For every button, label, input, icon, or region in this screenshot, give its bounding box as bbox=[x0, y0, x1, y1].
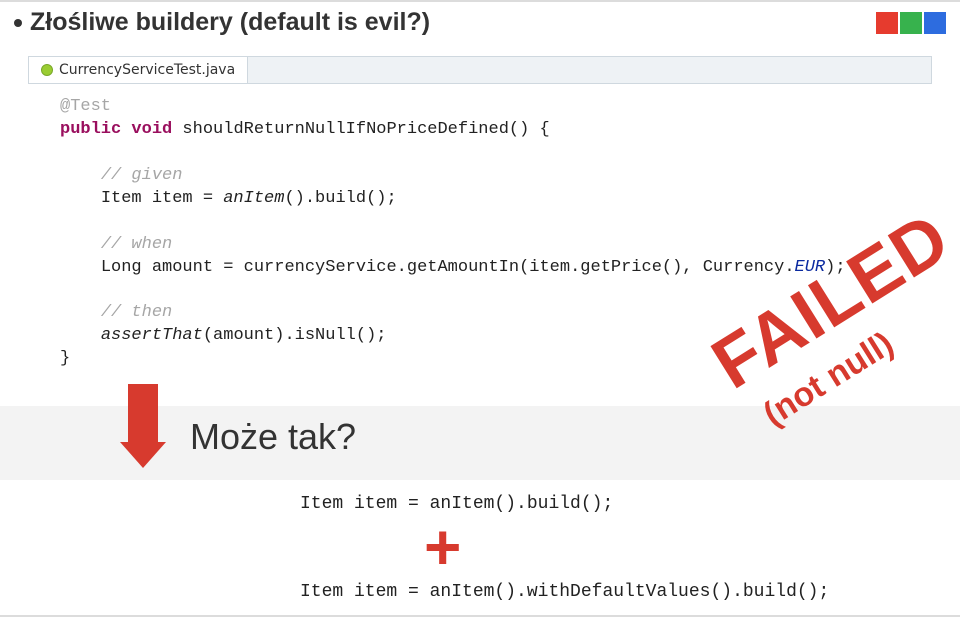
square-green-icon bbox=[900, 12, 922, 34]
java-file-icon bbox=[41, 64, 53, 76]
given-call: anItem bbox=[223, 189, 284, 208]
down-arrow-icon bbox=[128, 384, 166, 468]
alt-code-2: Item item = anItem().withDefaultValues()… bbox=[300, 582, 829, 602]
editor-tab[interactable]: CurrencyServiceTest.java bbox=[29, 57, 248, 83]
comment-when: // when bbox=[101, 235, 172, 254]
annotation: @Test bbox=[60, 97, 111, 116]
comment-given: // given bbox=[101, 166, 183, 185]
maybe-label: Może tak? bbox=[190, 416, 356, 458]
keyword-void: void bbox=[131, 120, 172, 139]
slide-title: Złośliwe buildery (default is evil?) bbox=[14, 8, 430, 37]
corner-squares bbox=[876, 8, 946, 34]
given-line-a: Item item = bbox=[101, 189, 223, 208]
keyword-public: public bbox=[60, 120, 121, 139]
title-text: Złośliwe buildery (default is evil?) bbox=[30, 8, 430, 37]
bullet-icon bbox=[14, 19, 22, 27]
comment-then: // then bbox=[101, 303, 172, 322]
tab-filename: CurrencyServiceTest.java bbox=[59, 62, 235, 78]
top-border bbox=[0, 0, 960, 2]
title-row: Złośliwe buildery (default is evil?) bbox=[14, 8, 946, 37]
then-rest: (amount).isNull(); bbox=[203, 326, 387, 345]
plus-icon: + bbox=[424, 510, 461, 584]
close-brace: } bbox=[60, 349, 70, 368]
editor-tab-bar: CurrencyServiceTest.java bbox=[28, 56, 932, 84]
when-line: Long amount = currencyService.getAmountI… bbox=[101, 258, 795, 277]
square-red-icon bbox=[876, 12, 898, 34]
then-call: assertThat bbox=[101, 326, 203, 345]
square-blue-icon bbox=[924, 12, 946, 34]
given-tail: ().build(); bbox=[284, 189, 396, 208]
method-signature: shouldReturnNullIfNoPriceDefined() { bbox=[172, 120, 549, 139]
